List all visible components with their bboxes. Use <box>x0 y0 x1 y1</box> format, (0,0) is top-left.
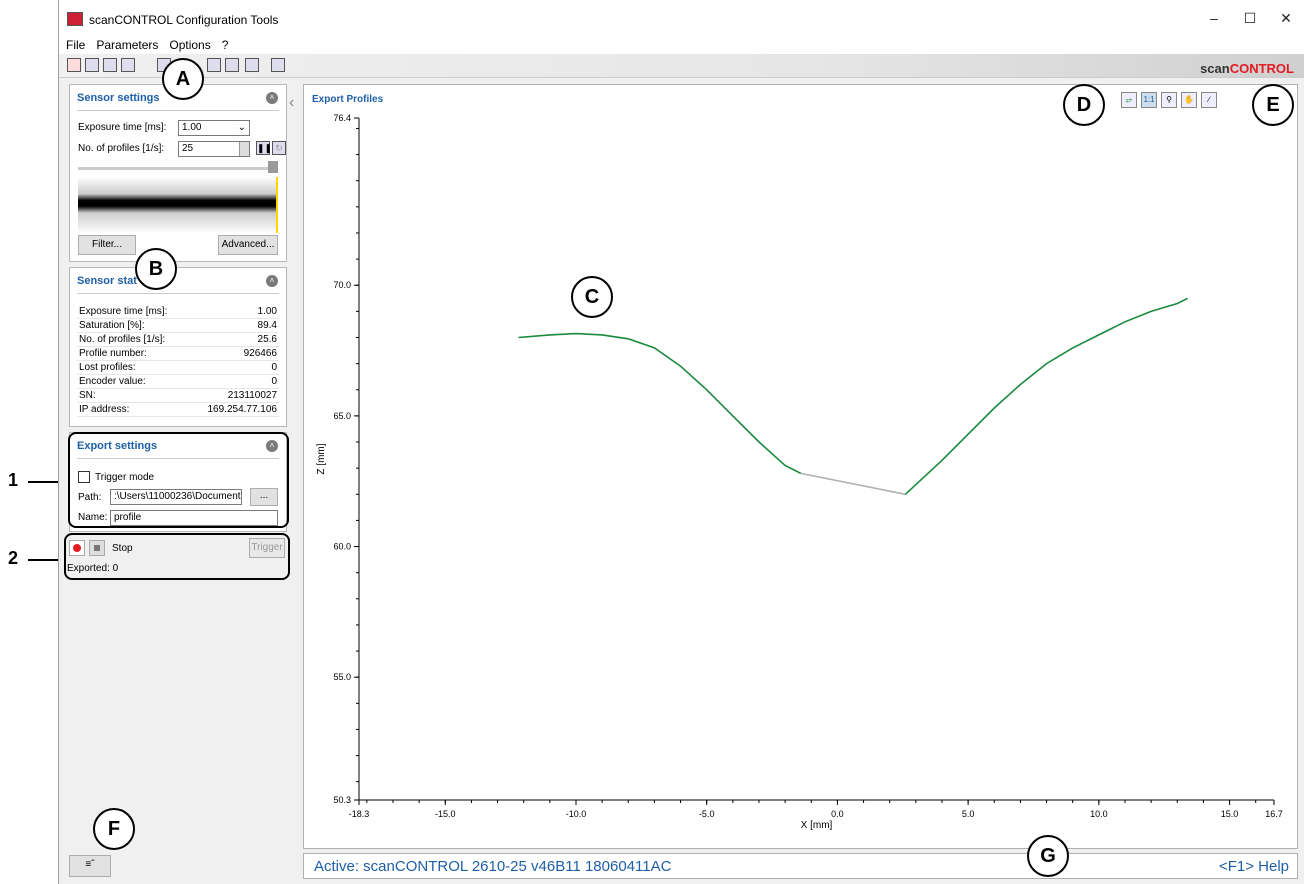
settings-icon[interactable] <box>271 58 285 72</box>
title-bar: scanCONTROL Configuration Tools – ☐ ✕ <box>59 0 1304 36</box>
profile-series-0 <box>518 332 802 475</box>
pipette-icon[interactable]: ∕ <box>1201 92 1217 108</box>
filter-button[interactable]: Filter... <box>78 235 136 255</box>
intensity-preview <box>78 177 278 233</box>
status-row: IP address: 169.254.77.106 <box>77 404 279 417</box>
callout-f: F <box>93 808 135 850</box>
callout-2-label: 2 <box>8 548 19 568</box>
magnifier-icon[interactable]: ⚲ <box>1161 92 1177 108</box>
status-row: No. of profiles [1/s]: 25.6 <box>77 334 279 347</box>
status-bar: Active: scanCONTROL 2610-25 v46B11 18060… <box>303 853 1298 879</box>
save-profile-icon[interactable] <box>207 58 221 72</box>
x-tick-label: -15.0 <box>435 809 456 819</box>
profile-series-2 <box>904 297 1189 495</box>
help-link[interactable]: <F1> Help <box>1219 858 1289 875</box>
menu-options[interactable]: Options <box>162 36 214 52</box>
x-tick-label: 10.0 <box>1090 809 1108 819</box>
menu-help[interactable]: ? <box>215 36 233 52</box>
chevron-down-icon: ⌄ <box>237 122 246 133</box>
status-row: Lost profiles: 0 <box>77 362 279 375</box>
y-axis-label: Z [mm] <box>316 443 327 474</box>
collapse-chevron-icon[interactable]: ˄ <box>266 275 278 287</box>
menu-file[interactable]: File <box>59 36 89 52</box>
callout-e: E <box>1252 84 1294 126</box>
connect-sensor-icon[interactable] <box>67 58 81 72</box>
status-row: Exposure time [ms]: 1.00 <box>77 306 279 319</box>
plot-area[interactable]: Export Profiles 76.4 70.0 65.0 60.0 55.0 50.3… <box>303 84 1298 849</box>
import-icon[interactable] <box>245 58 259 72</box>
x-tick-label: 15.0 <box>1221 809 1239 819</box>
sensor-settings-panel: Sensor settings ˄ Exposure time [ms]: 1.… <box>69 84 287 262</box>
divider <box>77 293 279 294</box>
menu-parameters[interactable]: Parameters <box>89 36 162 52</box>
callout-c: C <box>571 276 613 318</box>
exposure-label: Exposure time [ms]: <box>78 122 167 133</box>
save-all-icon[interactable] <box>121 58 135 72</box>
status-row: SN: 213110027 <box>77 390 279 403</box>
profile-series-1 <box>800 472 906 496</box>
exposure-select[interactable]: 1.00 ⌄ <box>178 120 250 136</box>
sensor-status-header: Sensor stat <box>77 275 137 287</box>
collapse-chevron-icon[interactable]: ˄ <box>266 92 278 104</box>
zoom-one-to-one-icon[interactable]: 1:1 <box>1141 92 1157 108</box>
status-row: Profile number: 926466 <box>77 348 279 361</box>
pause-icon[interactable]: ❚❚ <box>256 141 272 155</box>
profiles-spinbox[interactable]: 25 <box>178 141 250 157</box>
menu-bar: File Parameters Options? <box>59 36 1304 54</box>
y-tick-label: 76.4 <box>333 113 351 123</box>
status-row: Encoder value: 0 <box>77 376 279 389</box>
profiles-label: No. of profiles [1/s]: <box>78 143 165 154</box>
exposure-slider-track[interactable] <box>78 167 278 170</box>
minimize-button[interactable]: – <box>1196 6 1232 30</box>
x-tick-label: 0.0 <box>831 809 844 819</box>
callout-1-label: 1 <box>8 470 19 490</box>
y-tick-label: 55.0 <box>333 672 351 682</box>
y-tick-label: 60.0 <box>333 542 351 552</box>
menu-button[interactable]: ≡ˆ <box>69 855 111 877</box>
status-row: Saturation [%]: 89.4 <box>77 320 279 333</box>
load-settings-icon[interactable] <box>85 58 99 72</box>
callout-a: A <box>162 58 204 100</box>
x-tick-label: -18.3 <box>349 809 370 819</box>
callout-d: D <box>1063 84 1105 126</box>
advanced-button[interactable]: Advanced... <box>218 235 278 255</box>
x-tick-label: 5.0 <box>962 809 975 819</box>
close-button[interactable]: ✕ <box>1268 6 1304 30</box>
collapse-sidebar-icon[interactable]: ‹ <box>289 94 294 112</box>
callout-2-outline <box>64 533 290 580</box>
application-window: scanCONTROL Configuration Tools – ☐ ✕ Fi… <box>58 0 1304 884</box>
x-axis-label: X [mm] <box>801 820 833 831</box>
spin-arrows-icon[interactable] <box>239 142 249 156</box>
y-tick-label: 50.3 <box>333 795 351 805</box>
profile-chart[interactable]: 76.4 70.0 65.0 60.0 55.0 50.3 -18.3 -15.0 -10.0 -… <box>304 85 1297 848</box>
callout-b: B <box>135 248 177 290</box>
divider <box>77 110 279 111</box>
window-title: scanCONTROL Configuration Tools <box>89 13 279 27</box>
export-icon[interactable] <box>225 58 239 72</box>
hamburger-icon: ≡ˆ <box>85 859 95 870</box>
sensor-settings-header: Sensor settings <box>77 92 160 104</box>
toolbar: scanCONTROL <box>59 54 1304 78</box>
sensor-status-panel: Sensor stat ˄ Exposure time [ms]: 1.00 Sa… <box>69 267 287 427</box>
pan-hand-icon[interactable]: ✋ <box>1181 92 1197 108</box>
brand-logo: scanCONTROL <box>1200 61 1294 76</box>
active-sensor-text: Active: scanCONTROL 2610-25 v46B11 18060… <box>314 858 672 875</box>
exposure-slider-handle[interactable] <box>268 161 278 173</box>
save-icon[interactable] <box>103 58 117 72</box>
x-tick-label: -10.0 <box>566 809 587 819</box>
autoscale-icon[interactable]: ⥂ <box>1121 92 1137 108</box>
y-tick-label: 70.0 <box>333 280 351 290</box>
x-tick-label: 16.7 <box>1265 809 1283 819</box>
y-tick-label: 65.0 <box>333 411 351 421</box>
callout-g: G <box>1027 835 1069 877</box>
refresh-icon[interactable]: ↻ <box>272 141 286 155</box>
app-icon <box>67 12 83 26</box>
callout-1-outline <box>68 432 289 528</box>
x-tick-label: -5.0 <box>699 809 715 819</box>
maximize-button[interactable]: ☐ <box>1232 6 1268 30</box>
